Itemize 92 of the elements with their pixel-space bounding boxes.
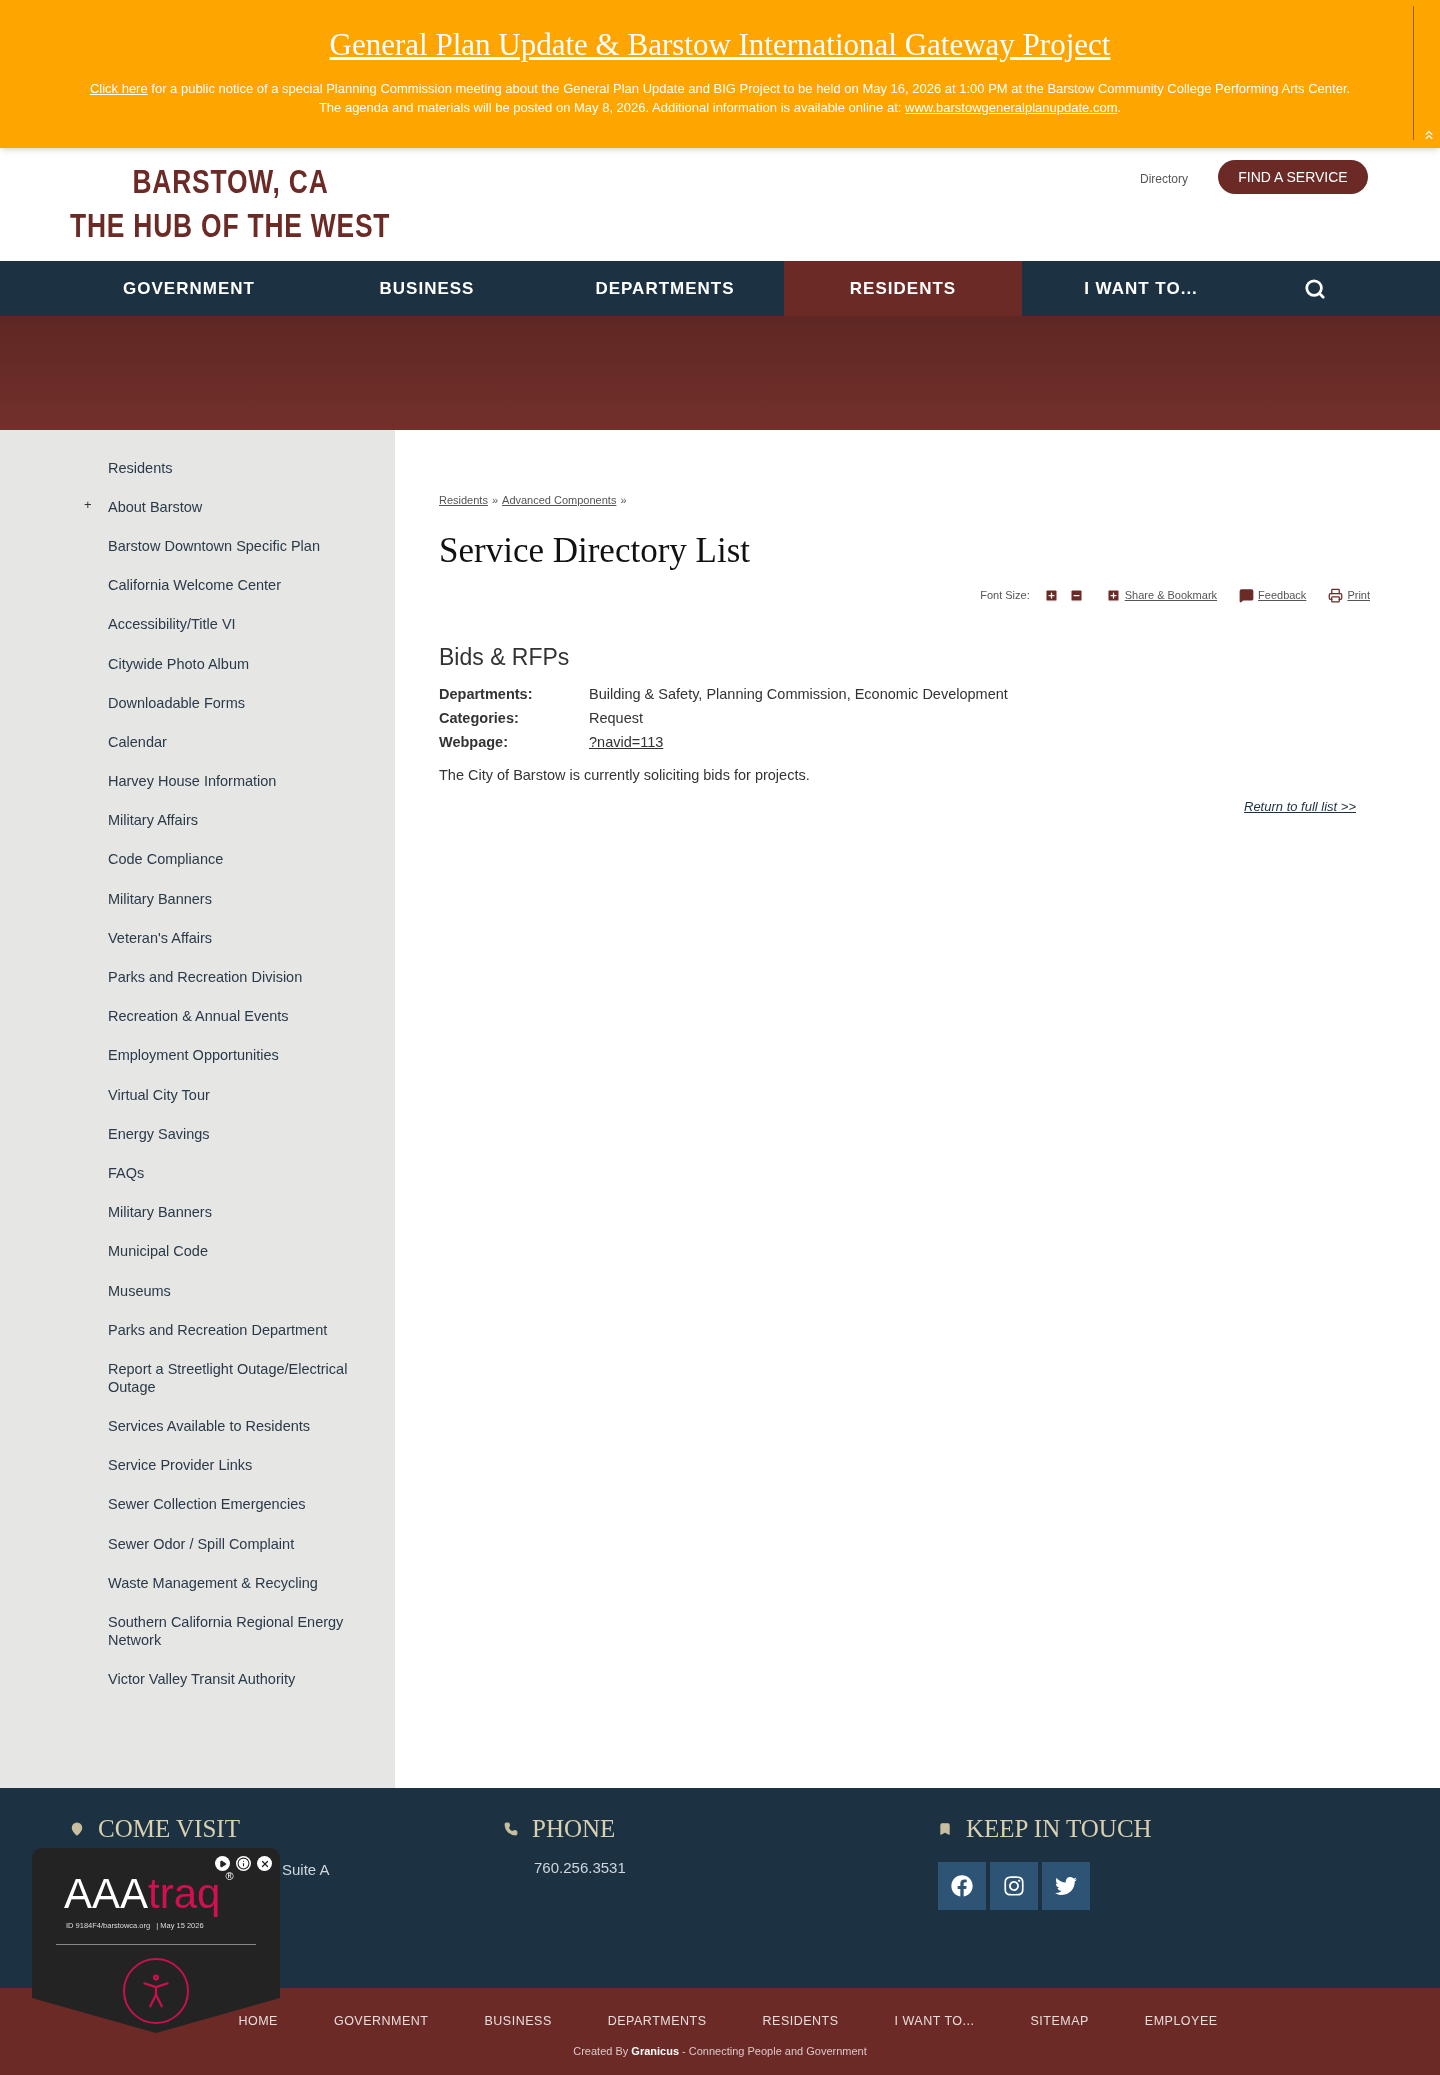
registered-mark: ® bbox=[225, 1869, 234, 1884]
breadcrumb-separator: » bbox=[620, 493, 627, 508]
search-icon[interactable] bbox=[1304, 277, 1326, 300]
sidebar-link[interactable]: Parks and Recreation Department bbox=[108, 1310, 355, 1350]
nav-tab[interactable]: RESIDENTS bbox=[784, 261, 1022, 316]
phone-number: 760.256.3531 bbox=[534, 1858, 626, 1876]
location-icon bbox=[70, 1821, 84, 1836]
sidebar-link[interactable]: Virtual City Tour bbox=[108, 1075, 355, 1115]
field-label: Categories: bbox=[439, 708, 520, 728]
logo-line: THE HUB OF THE WEST bbox=[70, 206, 391, 246]
twitter-button[interactable] bbox=[1042, 1861, 1090, 1910]
facebook-icon bbox=[951, 1874, 973, 1897]
field-value: Request bbox=[589, 708, 643, 728]
nav-tab[interactable]: DEPARTMENTS bbox=[546, 261, 784, 316]
sidebar-link[interactable]: Victor Valley Transit Authority bbox=[108, 1659, 355, 1699]
address-text: Suite A bbox=[282, 1860, 330, 1878]
sidebar-link[interactable]: Sewer Odor / Spill Complaint bbox=[108, 1524, 355, 1564]
page-title: Service Directory List bbox=[439, 529, 751, 572]
expand-toggle[interactable]: + bbox=[84, 495, 92, 515]
sidebar-link[interactable]: Museums bbox=[108, 1270, 355, 1311]
footer-link[interactable]: GOVERNMENT bbox=[333, 2012, 429, 2031]
font-size-label: Font Size: bbox=[980, 588, 1030, 603]
sidebar-link[interactable]: Harvey House Information bbox=[108, 761, 355, 801]
font-increase-icon[interactable] bbox=[1043, 587, 1059, 603]
sidebar-link[interactable]: Southern California Regional Energy Network bbox=[108, 1602, 355, 1660]
footer-link[interactable]: BUSINESS bbox=[484, 2012, 552, 2031]
bookmark-icon bbox=[938, 1821, 952, 1836]
phone-icon bbox=[504, 1821, 518, 1836]
sidebar-link[interactable]: Services Available to Residents bbox=[108, 1406, 355, 1446]
sidebar-link[interactable]: Sewer Collection Emergencies bbox=[108, 1484, 355, 1525]
sidebar-link[interactable]: Municipal Code bbox=[108, 1231, 355, 1271]
instagram-icon bbox=[1003, 1874, 1025, 1897]
footer-heading: COME VISIT bbox=[98, 1814, 240, 1844]
find-service-button[interactable]: FIND A SERVICE bbox=[1218, 160, 1368, 194]
breadcrumb-link[interactable]: Residents bbox=[439, 492, 488, 509]
sidebar-link[interactable]: Service Provider Links bbox=[108, 1445, 355, 1485]
sidebar-link[interactable]: Parks and Recreation Division bbox=[108, 957, 355, 997]
return-link[interactable]: Return to full list >> bbox=[1244, 797, 1356, 817]
feedback-link[interactable]: Feedback bbox=[1258, 587, 1307, 604]
share-link[interactable]: Share & Bookmark bbox=[1124, 587, 1218, 604]
sidebar-link[interactable]: Report a Streetlight Outage/Electrical Outage bbox=[108, 1349, 355, 1407]
sidebar-link[interactable]: Barstow Downtown Specific Plan bbox=[108, 526, 355, 566]
sidebar-link[interactable]: Employment Opportunities bbox=[108, 1035, 355, 1075]
sidebar-link[interactable]: Waste Management & Recycling bbox=[108, 1563, 355, 1603]
nav-tab[interactable]: GOVERNMENT bbox=[70, 261, 308, 316]
sidebar-link[interactable]: Recreation & Annual Events bbox=[108, 996, 355, 1036]
sidebar-link[interactable]: Energy Savings bbox=[108, 1114, 355, 1154]
sidebar-link[interactable]: Military Banners bbox=[108, 1192, 355, 1232]
accessibility-icon[interactable] bbox=[123, 1958, 189, 2024]
font-decrease-icon[interactable] bbox=[1068, 587, 1084, 603]
nav-tab[interactable]: I WANT TO... bbox=[1022, 261, 1260, 316]
print-link[interactable]: Print bbox=[1347, 587, 1370, 604]
breadcrumb-separator: » bbox=[491, 493, 499, 508]
footer-link[interactable]: EMPLOYEE bbox=[1144, 2012, 1218, 2031]
print-icon bbox=[1328, 587, 1344, 603]
sidebar-link[interactable]: Residents bbox=[108, 448, 355, 488]
footer-link[interactable]: DEPARTMENTS bbox=[607, 2012, 707, 2031]
breadcrumb-link[interactable]: Advanced Components bbox=[502, 492, 617, 509]
credit-text: Created By Granicus - Connecting People and Government bbox=[573, 2043, 867, 2059]
twitter-icon bbox=[1055, 1874, 1077, 1897]
sidebar-link[interactable]: Calendar bbox=[108, 722, 355, 762]
footer-link[interactable]: HOME bbox=[238, 2012, 278, 2031]
feedback-icon bbox=[1239, 587, 1255, 603]
footer-link[interactable]: RESIDENTS bbox=[762, 2012, 839, 2031]
footer-heading: PHONE bbox=[532, 1814, 616, 1844]
footer-link[interactable]: SITEMAP bbox=[1030, 2012, 1089, 2031]
entry-description: The City of Barstow is currently soliciting bids for projects. bbox=[439, 766, 811, 786]
footer-link[interactable]: I WANT TO... bbox=[894, 2012, 975, 2031]
nav-tab[interactable]: BUSINESS bbox=[308, 261, 546, 316]
logo-line: BARSTOW, CA bbox=[132, 162, 329, 202]
entry-title: Bids & RFPs bbox=[439, 642, 571, 672]
sidebar-link[interactable]: Citywide Photo Album bbox=[108, 643, 355, 684]
sidebar-link[interactable]: Military Affairs bbox=[108, 800, 355, 840]
sidebar-link[interactable]: California Welcome Center bbox=[108, 565, 355, 605]
widget-logo: AAAtraq bbox=[64, 1869, 222, 1919]
instagram-button[interactable] bbox=[990, 1861, 1038, 1910]
sidebar-link[interactable]: Code Compliance bbox=[108, 839, 355, 880]
share-icon bbox=[1105, 587, 1121, 603]
sidebar-link[interactable]: Veteran's Affairs bbox=[108, 918, 355, 958]
sidebar-link[interactable]: Downloadable Forms bbox=[108, 683, 355, 723]
footer-heading: KEEP IN TOUCH bbox=[966, 1814, 1152, 1844]
field-label: Webpage: bbox=[439, 732, 510, 752]
directory-link[interactable]: Directory bbox=[1140, 170, 1188, 188]
sidebar-link[interactable]: FAQs bbox=[108, 1153, 355, 1193]
sidebar-link[interactable]: Accessibility/Title VI bbox=[108, 604, 355, 644]
field-value: Building & Safety, Planning Commission, Economic Development bbox=[589, 685, 1008, 704]
field-label: Departments: bbox=[439, 685, 534, 704]
webpage-link[interactable]: ?navid=113 bbox=[589, 731, 664, 754]
alert-text: Click here for a public notice of a special Planning Commission meeting about the General Plan Update and BIG Project to be held on May 16, 2026 at 1:00 PM at the Barstow Community College Performing Arts Center. The agenda and materials will be posted on May 8, 2026. Additional information is available online at: www.barstowgeneralplanupdate.com. bbox=[88, 79, 1352, 117]
facebook-button[interactable] bbox=[938, 1861, 986, 1910]
sidebar-link[interactable]: About Barstow bbox=[108, 487, 355, 527]
sidebar-link[interactable]: Military Banners bbox=[108, 879, 355, 919]
